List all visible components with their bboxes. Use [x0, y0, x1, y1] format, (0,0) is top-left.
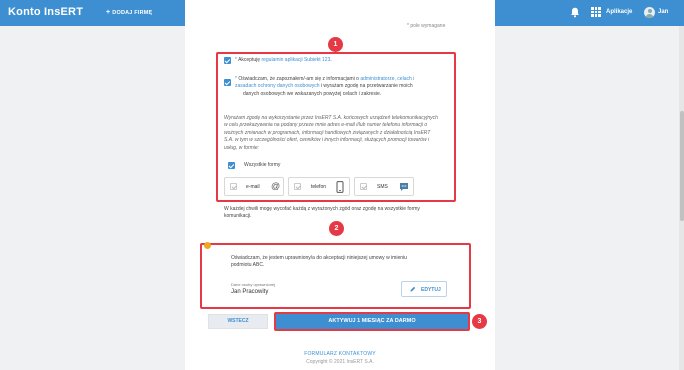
- authority-line: podmiotu ABC.: [231, 262, 265, 269]
- privacy-checkbox[interactable]: [224, 79, 231, 86]
- scrollbar[interactable]: [679, 26, 684, 370]
- marketing-line: w celu przekazywania na podany przeze mn…: [224, 122, 428, 129]
- step-badge-2: 2: [329, 221, 344, 236]
- privacy-line3: danych osobowych we wskazanych powyżej c…: [243, 90, 382, 97]
- terms-suffix: .: [330, 57, 332, 63]
- terms-checkbox[interactable]: [224, 57, 231, 64]
- phone-icon: [336, 181, 344, 193]
- channel-sms[interactable]: SMS: [354, 177, 414, 196]
- apps-grid-icon[interactable]: [591, 7, 601, 17]
- required-asterisk: *: [407, 23, 409, 29]
- withdraw-line: komunikacji.: [224, 213, 252, 220]
- terms-prefix: Akceptuję: [238, 57, 262, 63]
- marketing-line: usług, w formie:: [224, 144, 260, 151]
- sms-label: SMS: [377, 184, 388, 190]
- privacy-asterisk: *: [235, 76, 237, 82]
- edit-label: EDYTUJ: [421, 287, 441, 293]
- add-company-label: DODAJ FIRMĘ: [112, 10, 153, 16]
- sms-checkbox[interactable]: [360, 183, 367, 190]
- email-label: e-mail: [246, 184, 260, 190]
- apps-menu-label[interactable]: Aplikacje: [606, 9, 632, 15]
- brand-logo[interactable]: Konto InsERT: [8, 6, 83, 18]
- marketing-line: wożnych zmianach w programach, informacj…: [224, 129, 431, 136]
- privacy-part2: i wyrażam zgodę na przetwarzanie moich: [319, 83, 413, 90]
- marketing-line: Wyrażam zgodę na wykorzystanie przez Ins…: [224, 115, 438, 121]
- step-badge-3: 3: [472, 314, 487, 329]
- required-fields-note: * pole wymagane: [407, 23, 445, 29]
- pencil-icon: [410, 286, 416, 292]
- authorized-person-label: Dane osoby uprawnionej: [231, 282, 276, 287]
- phone-label: telefon: [311, 184, 327, 190]
- terms-asterisk: *: [235, 57, 237, 63]
- privacy-part1: Oświadczam, że zapoznałem/-am się z info…: [238, 76, 361, 82]
- bell-icon[interactable]: [570, 7, 580, 18]
- marketing-consent-text: Wyrażam zgodę na wykorzystanie przez Ins…: [224, 115, 452, 152]
- phone-checkbox[interactable]: [294, 183, 301, 190]
- step-badge-1: 1: [328, 37, 343, 52]
- privacy-text: * Oświadczam, że zapoznałem/-am się z in…: [235, 76, 450, 98]
- user-name[interactable]: Jan: [658, 9, 668, 15]
- authorized-person-name: Jan Pracowity: [231, 289, 269, 295]
- privacy-link-admin[interactable]: administratorze, celach i: [360, 76, 414, 82]
- required-note-text: pole wymagane: [410, 23, 446, 29]
- warning-dot-icon: [204, 242, 211, 249]
- withdraw-consent-text: W każdej chwili mogę wycofać każdą z wyr…: [224, 206, 452, 221]
- channel-email[interactable]: e-mail @: [224, 177, 284, 196]
- contact-form-link[interactable]: FORMULARZ KONTAKTOWY: [280, 351, 400, 357]
- terms-link[interactable]: regulamin aplikacji Subiekt 123: [261, 57, 330, 63]
- at-icon: @: [271, 181, 281, 191]
- withdraw-line: W każdej chwili mogę wycofać każdą z wyr…: [224, 206, 420, 212]
- scrollbar-thumb[interactable]: [679, 111, 684, 221]
- back-button[interactable]: WSTECZ: [208, 314, 268, 329]
- email-checkbox[interactable]: [230, 183, 237, 190]
- activate-button[interactable]: AKTYWUJ 1 MIESIĄC ZA DARMO: [274, 312, 470, 331]
- avatar[interactable]: [644, 7, 655, 18]
- copyright-text: Copyright © 2021 InsERT S.A.: [306, 359, 374, 365]
- channel-phone[interactable]: telefon: [288, 177, 350, 196]
- terms-text: * Akceptuję regulamin aplikacji Subiekt …: [235, 57, 332, 64]
- plus-icon: +: [106, 9, 111, 16]
- authority-highlight: [200, 243, 471, 309]
- add-company-button[interactable]: + DODAJ FIRMĘ: [106, 9, 152, 16]
- edit-button[interactable]: EDYTUJ: [401, 281, 447, 297]
- all-forms-checkbox[interactable]: [228, 162, 235, 169]
- chat-icon: [400, 183, 408, 191]
- all-forms-label: Wszystkie formy: [244, 162, 281, 168]
- authority-statement: Oświadczam, że jestem uprawniony/a do ak…: [231, 255, 459, 270]
- marketing-line: S.A. w tym w szczególności ofert, cennik…: [224, 137, 430, 144]
- authority-line: Oświadczam, że jestem uprawniony/a do ak…: [231, 255, 407, 261]
- privacy-link-rules[interactable]: zasadach ochrony danych osobowych: [235, 83, 320, 89]
